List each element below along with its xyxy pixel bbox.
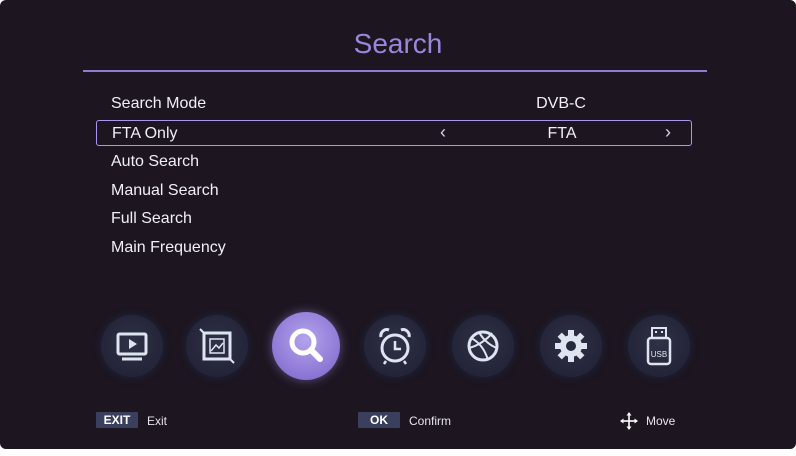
menu-item-value: FTA bbox=[547, 125, 577, 142]
exit-key[interactable]: EXIT bbox=[96, 412, 138, 428]
menu-item-label: Search Mode bbox=[111, 95, 207, 112]
menu-item-full-search[interactable]: Full Search bbox=[96, 206, 692, 232]
menu-item-label: Main Frequency bbox=[111, 239, 226, 256]
main-menu-icon-bar: USB bbox=[0, 312, 796, 384]
tv-screen: Search Search Mode DVB-C FTA Only ‹ FTA … bbox=[0, 0, 796, 449]
ok-key[interactable]: OK bbox=[358, 412, 400, 428]
menu-item-fta-only[interactable]: FTA Only ‹ FTA › bbox=[96, 120, 692, 146]
menu-item-search-mode[interactable]: Search Mode DVB-C bbox=[96, 91, 692, 117]
exit-label: Exit bbox=[147, 414, 168, 428]
picture-icon[interactable] bbox=[186, 315, 248, 377]
menu-item-label: Full Search bbox=[111, 210, 192, 227]
menu-item-main-frequency[interactable]: Main Frequency bbox=[96, 235, 692, 261]
usb-icon[interactable]: USB bbox=[628, 315, 690, 377]
move-label: Move bbox=[646, 414, 676, 428]
confirm-label: Confirm bbox=[409, 414, 452, 428]
menu-item-value: DVB-C bbox=[536, 95, 586, 112]
page-title: Search bbox=[353, 28, 443, 59]
menu-item-label: Manual Search bbox=[111, 182, 219, 199]
gear-icon[interactable] bbox=[540, 315, 602, 377]
ball-icon[interactable] bbox=[452, 315, 514, 377]
alarm-clock-icon[interactable] bbox=[364, 315, 426, 377]
menu-item-auto-search[interactable]: Auto Search bbox=[96, 149, 692, 175]
move-arrows-icon bbox=[620, 412, 638, 430]
menu-item-label: Auto Search bbox=[111, 153, 200, 170]
arrow-left-icon[interactable]: ‹ bbox=[440, 122, 446, 143]
menu-item-manual-search[interactable]: Manual Search bbox=[96, 178, 692, 204]
arrow-right-icon[interactable]: › bbox=[665, 122, 671, 143]
usb-icon-text: USB bbox=[651, 350, 667, 359]
search-icon[interactable] bbox=[272, 312, 340, 380]
tv-icon[interactable] bbox=[101, 315, 163, 377]
menu-item-label: FTA Only bbox=[112, 125, 178, 142]
footer-hint-bar: EXIT Exit OK Confirm Move bbox=[0, 408, 796, 434]
title-divider bbox=[83, 70, 707, 72]
